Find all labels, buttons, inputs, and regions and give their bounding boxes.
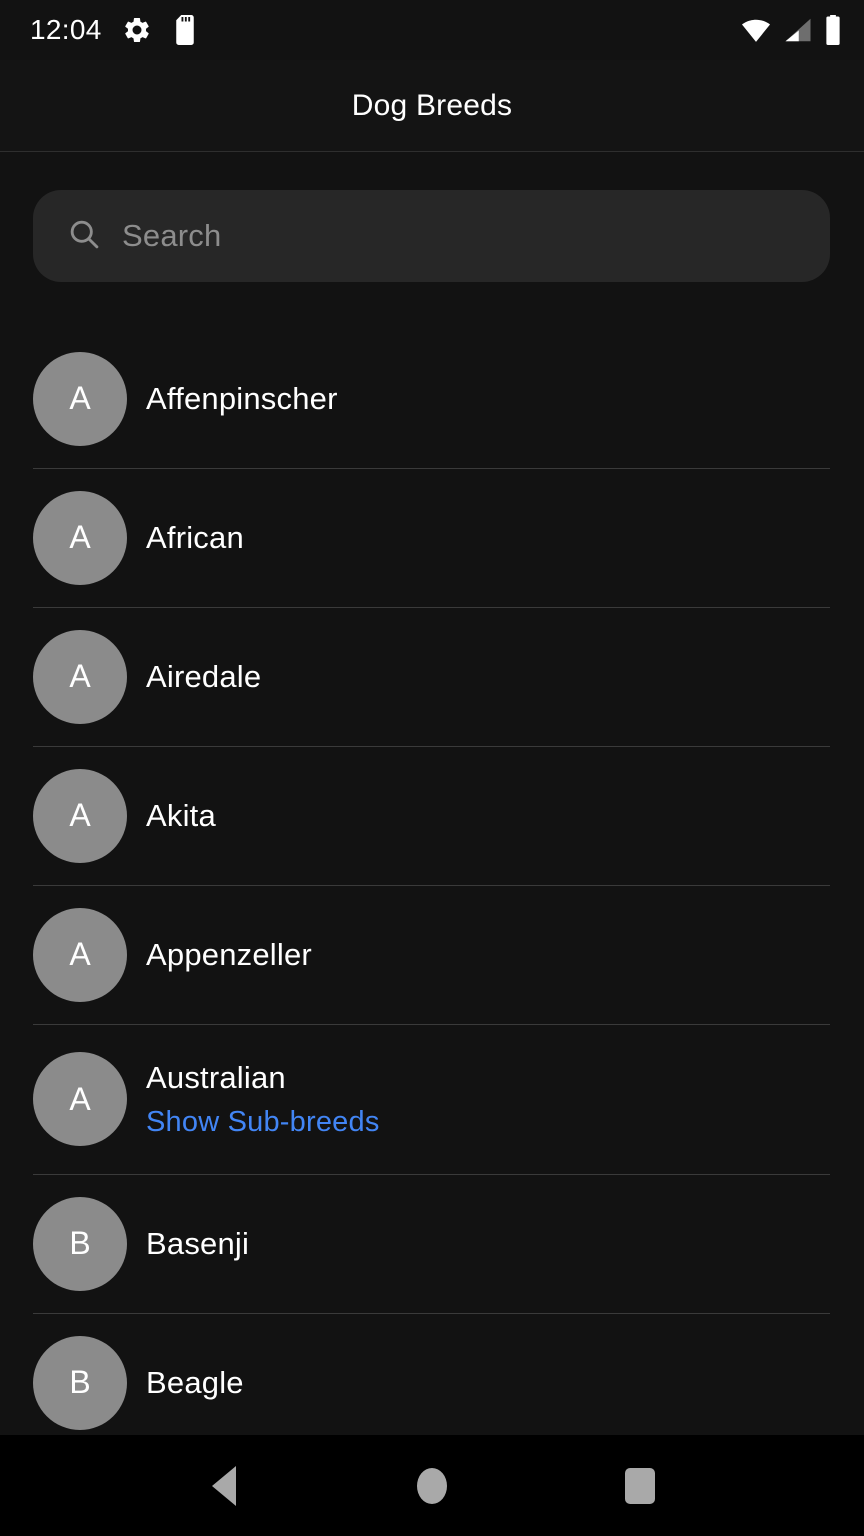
list-item[interactable]: A Australian Show Sub-breeds bbox=[0, 1024, 864, 1174]
list-item[interactable]: A Affenpinscher bbox=[0, 329, 864, 468]
list-item[interactable]: A African bbox=[0, 468, 864, 607]
list-item-text: Affenpinscher bbox=[146, 380, 338, 417]
list-item-text: Australian Show Sub-breeds bbox=[146, 1059, 380, 1140]
list-item[interactable]: A Appenzeller bbox=[0, 885, 864, 1024]
avatar: A bbox=[33, 351, 127, 446]
gear-icon bbox=[122, 15, 152, 45]
list-item-text: Basenji bbox=[146, 1225, 249, 1262]
avatar: A bbox=[33, 907, 127, 1002]
android-nav-bar bbox=[0, 1435, 864, 1536]
list-item[interactable]: B Beagle bbox=[0, 1313, 864, 1435]
phone-screen: 12:04 Dog Breeds Search A Affenpinscher … bbox=[0, 0, 864, 1536]
nav-back-button[interactable] bbox=[179, 1451, 269, 1521]
avatar: B bbox=[33, 1196, 127, 1291]
list-item-text: Appenzeller bbox=[146, 936, 312, 973]
breed-list: A Affenpinscher A African A Airedale A Akita A Ap… bbox=[0, 329, 864, 1435]
breed-name: African bbox=[146, 519, 244, 555]
status-bar-left: 12:04 bbox=[30, 14, 198, 46]
page-title: Dog Breeds bbox=[351, 88, 513, 122]
breed-name: Beagle bbox=[146, 1364, 244, 1400]
breed-name: Basenji bbox=[146, 1225, 250, 1261]
status-bar-right bbox=[740, 15, 842, 45]
app-bar: Dog Breeds bbox=[0, 60, 864, 152]
list-item-text: Airedale bbox=[146, 658, 261, 695]
list-item[interactable]: A Akita bbox=[0, 746, 864, 885]
battery-icon bbox=[824, 15, 842, 45]
status-bar-clock: 12:04 bbox=[30, 14, 102, 45]
nav-home-button[interactable] bbox=[387, 1451, 477, 1521]
breed-name: Airedale bbox=[146, 658, 262, 694]
cellular-signal-icon bbox=[783, 15, 813, 45]
home-circle-icon bbox=[417, 1467, 447, 1504]
show-sub-breeds-link[interactable]: Show Sub-breeds bbox=[146, 1105, 380, 1140]
list-item[interactable]: A Airedale bbox=[0, 607, 864, 746]
search-container: Search bbox=[0, 152, 864, 282]
search-placeholder: Search bbox=[122, 218, 222, 253]
nav-recents-button[interactable] bbox=[595, 1451, 685, 1521]
breed-name: Affenpinscher bbox=[146, 380, 338, 416]
avatar: B bbox=[33, 1335, 127, 1430]
list-item-text: Akita bbox=[146, 797, 216, 834]
list-item-text: African bbox=[146, 519, 244, 556]
list-item-text: Beagle bbox=[146, 1364, 244, 1401]
scroll-content[interactable]: Search A Affenpinscher A African A Airedale A A… bbox=[0, 152, 864, 1435]
avatar: A bbox=[33, 629, 127, 724]
sd-card-icon bbox=[172, 15, 198, 45]
avatar: A bbox=[33, 490, 127, 585]
breed-name: Australian bbox=[146, 1059, 286, 1095]
back-triangle-icon bbox=[212, 1465, 236, 1506]
search-input[interactable]: Search bbox=[33, 190, 830, 282]
avatar: A bbox=[33, 768, 127, 863]
avatar: A bbox=[33, 1052, 127, 1146]
breed-name: Appenzeller bbox=[146, 936, 312, 972]
recents-square-icon bbox=[625, 1467, 655, 1504]
breed-name: Akita bbox=[146, 797, 216, 833]
list-item[interactable]: B Basenji bbox=[0, 1174, 864, 1313]
search-icon bbox=[66, 216, 102, 257]
wifi-icon bbox=[740, 15, 772, 45]
status-bar: 12:04 bbox=[0, 0, 864, 60]
